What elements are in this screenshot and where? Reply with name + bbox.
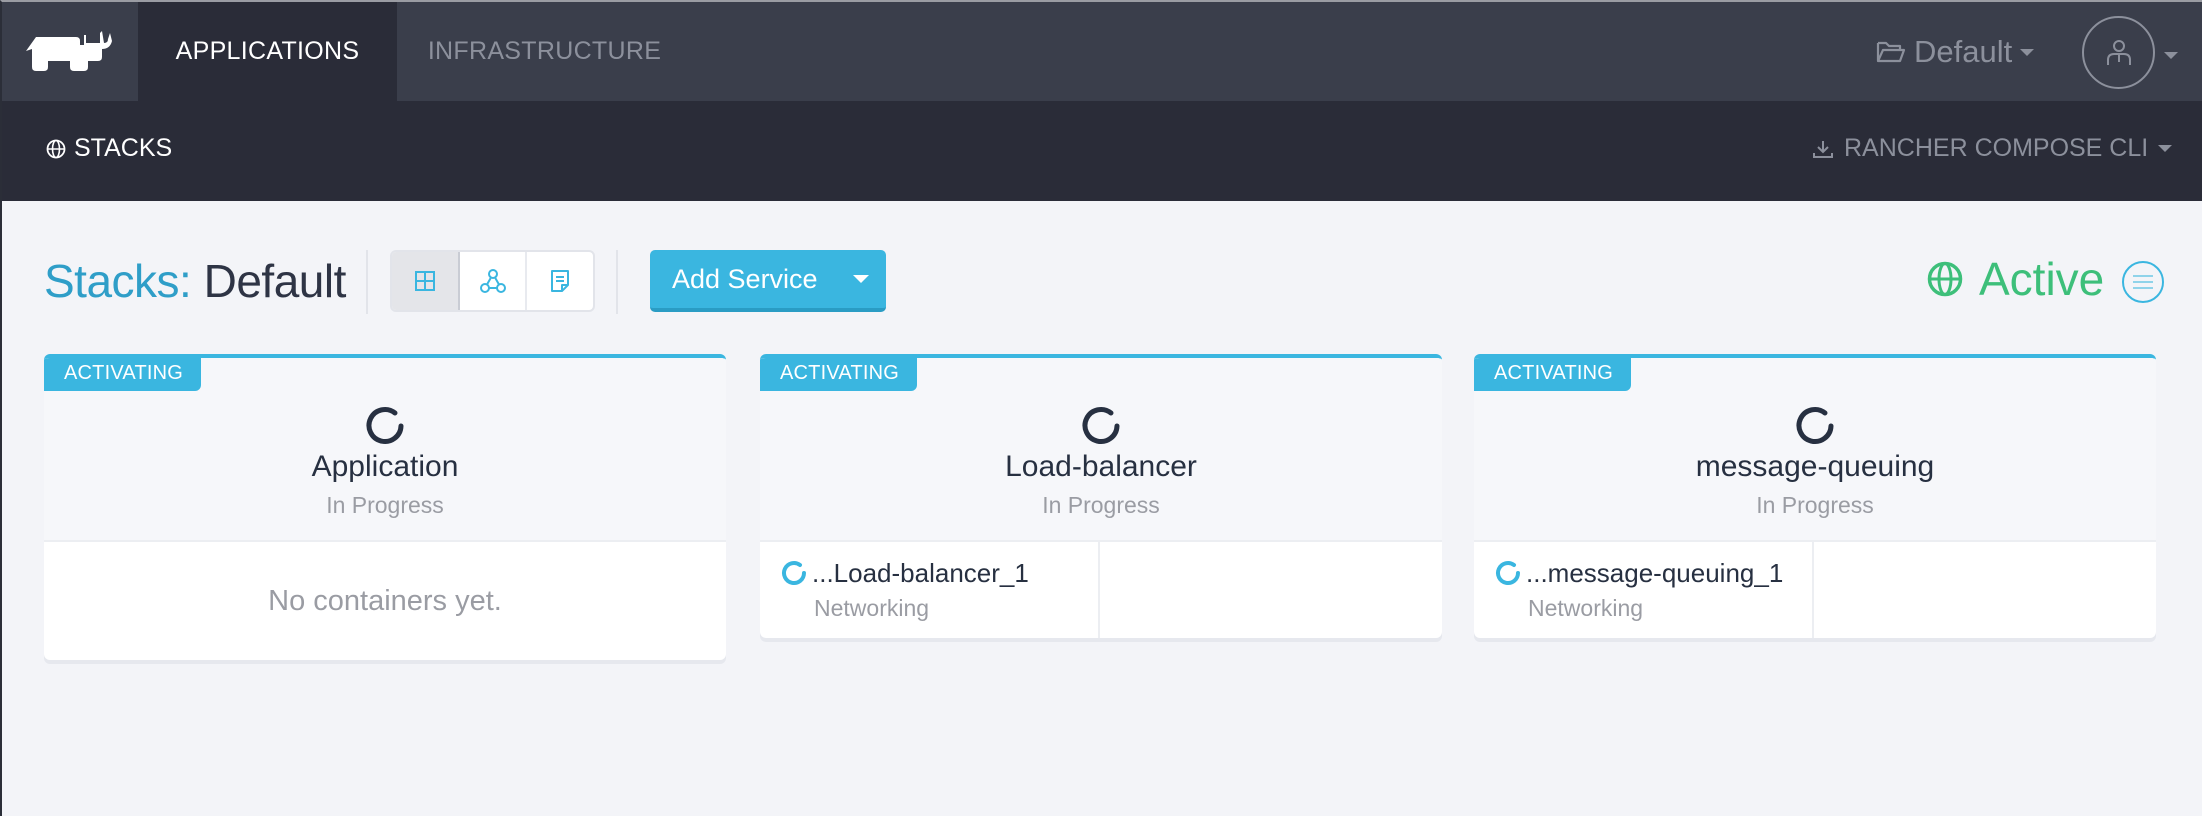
container-list: ...Load-balancer_1 Networking bbox=[760, 542, 1442, 638]
page-title-name: Default bbox=[203, 255, 347, 307]
service-name[interactable]: message-queuing bbox=[1474, 450, 2156, 484]
status-badge: ACTIVATING bbox=[44, 358, 202, 391]
spinner-icon bbox=[1496, 560, 1520, 585]
globe-icon bbox=[1927, 261, 1963, 297]
container-item[interactable]: ...message-queuing_1 Networking bbox=[1474, 542, 1814, 638]
no-containers-text: No containers yet. bbox=[268, 584, 502, 617]
user-icon bbox=[2106, 39, 2131, 65]
environment-label: Default bbox=[1914, 34, 2013, 69]
user-avatar[interactable] bbox=[2082, 16, 2155, 89]
spinner-icon bbox=[1796, 407, 1834, 444]
sub-nav: STACKS RANCHER COMPOSE CLI bbox=[2, 101, 2202, 201]
status-badge: ACTIVATING bbox=[1474, 358, 1632, 391]
page-title: Stacks: Default bbox=[44, 254, 346, 308]
chevron-down-icon bbox=[853, 275, 869, 283]
view-toggle-group bbox=[390, 250, 595, 312]
service-status: In Progress bbox=[326, 492, 444, 518]
document-icon bbox=[551, 270, 570, 292]
chevron-down-icon bbox=[2158, 145, 2173, 152]
grid-icon bbox=[414, 271, 435, 291]
tab-applications[interactable]: APPLICATIONS bbox=[138, 2, 397, 101]
spinner-icon bbox=[1082, 407, 1120, 444]
rancher-cow-icon bbox=[26, 30, 112, 71]
container-item[interactable]: ...Load-balancer_1 Networking bbox=[760, 542, 1100, 638]
stack-state: Active bbox=[1927, 252, 2104, 306]
divider bbox=[366, 250, 368, 314]
service-status: In Progress bbox=[1756, 492, 1874, 518]
subnav-stacks[interactable]: STACKS bbox=[46, 134, 172, 163]
chevron-down-icon bbox=[2020, 48, 2035, 56]
hamburger-icon bbox=[2133, 275, 2153, 289]
service-name[interactable]: Application bbox=[44, 450, 726, 484]
service-card[interactable]: ACTIVATING message-queuing In Progress .… bbox=[1474, 354, 2156, 638]
service-card[interactable]: ACTIVATING Load-balancer In Progress ...… bbox=[760, 354, 1442, 638]
tab-infrastructure[interactable]: INFRASTRUCTURE bbox=[397, 2, 692, 101]
top-nav: APPLICATIONS INFRASTRUCTURE Default bbox=[2, 2, 2202, 101]
spinner-icon bbox=[782, 560, 806, 585]
container-list: ...message-queuing_1 Networking bbox=[1474, 542, 2156, 638]
page-title-prefix: Stacks: bbox=[44, 255, 192, 307]
globe-icon bbox=[46, 139, 66, 158]
service-card-header: ACTIVATING Application In Progress bbox=[44, 358, 726, 542]
service-card-header: ACTIVATING Load-balancer In Progress bbox=[760, 358, 1442, 542]
status-badge: ACTIVATING bbox=[760, 358, 918, 391]
graph-view-button[interactable] bbox=[460, 252, 528, 310]
stacks-label: STACKS bbox=[74, 134, 173, 162]
stack-actions-menu-button[interactable] bbox=[2122, 261, 2164, 303]
container-name[interactable]: ...Load-balancer_1 bbox=[812, 558, 1029, 589]
folder-open-icon bbox=[1876, 41, 1906, 63]
service-name[interactable]: Load-balancer bbox=[760, 450, 1442, 484]
service-card-header: ACTIVATING message-queuing In Progress bbox=[1474, 358, 2156, 542]
grid-view-button[interactable] bbox=[392, 252, 460, 310]
compose-view-button[interactable] bbox=[527, 252, 593, 310]
spinner-icon bbox=[366, 407, 404, 444]
graph-icon bbox=[479, 269, 506, 293]
stack-state-label: Active bbox=[1979, 253, 2105, 305]
add-service-label: Add Service bbox=[672, 263, 818, 294]
container-type: Networking bbox=[1528, 595, 1644, 621]
rancher-logo[interactable] bbox=[2, 2, 138, 101]
container-type: Networking bbox=[814, 595, 930, 621]
user-menu-caret-icon[interactable] bbox=[2164, 52, 2178, 59]
rancher-compose-cli-dropdown[interactable]: RANCHER COMPOSE CLI bbox=[1812, 134, 2173, 163]
service-status: In Progress bbox=[1042, 492, 1160, 518]
service-card[interactable]: ACTIVATING Application In Progress No co… bbox=[44, 354, 726, 660]
empty-cell bbox=[1100, 542, 1442, 638]
container-name[interactable]: ...message-queuing_1 bbox=[1526, 558, 1783, 589]
compose-cli-label: RANCHER COMPOSE CLI bbox=[1844, 134, 2149, 162]
divider bbox=[616, 250, 618, 314]
add-service-dropdown[interactable] bbox=[836, 250, 886, 308]
empty-cell bbox=[1814, 542, 2156, 638]
add-service-button[interactable]: Add Service bbox=[650, 250, 886, 312]
download-icon bbox=[1813, 140, 1833, 158]
environment-switcher[interactable]: Default bbox=[1876, 32, 2035, 72]
